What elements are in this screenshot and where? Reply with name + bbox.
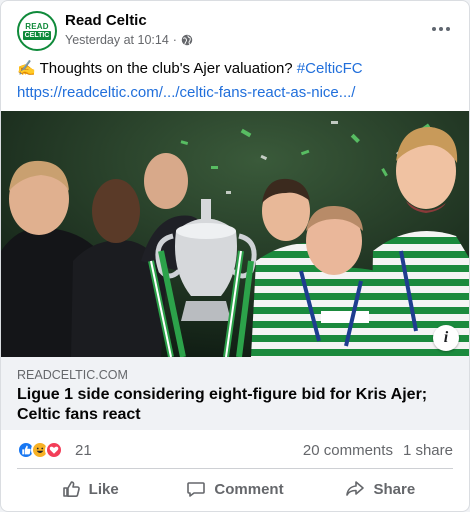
page-avatar[interactable]: READ CELTIC (17, 11, 57, 51)
post-card: READ CELTIC Read Celtic Yesterday at 10:… (0, 0, 470, 512)
share-arrow-icon (346, 481, 365, 496)
comment-button[interactable]: Comment (162, 472, 307, 506)
post-header: READ CELTIC Read Celtic Yesterday at 10:… (17, 11, 453, 55)
post-message-text: Thoughts on the club's Ajer valuation? (39, 60, 293, 77)
meta-separator: · (172, 33, 177, 47)
like-label: Like (88, 480, 119, 498)
celtic-trophy-celebration-image (1, 111, 469, 357)
reactions-bar: 21 20 comments 1 share (17, 438, 453, 462)
reaction-icons[interactable] (17, 441, 63, 459)
writing-hand-emoji: ✍️ (17, 60, 36, 77)
link-headline[interactable]: Ligue 1 side considering eight-figure bi… (17, 385, 455, 425)
more-options-icon[interactable] (429, 19, 453, 39)
share-button[interactable]: Share (308, 472, 453, 506)
post-actions: Like Comment Share (17, 472, 453, 506)
comment-label: Comment (214, 480, 284, 498)
hashtag-link[interactable]: #CelticFC (297, 60, 363, 77)
thumbs-up-icon (62, 481, 80, 497)
post-timestamp[interactable]: Yesterday at 10:14 (65, 33, 169, 47)
love-reaction-icon (45, 441, 63, 459)
shares-count[interactable]: 1 share (403, 442, 453, 459)
like-button[interactable]: Like (17, 472, 162, 506)
share-label: Share (373, 480, 416, 498)
actions-divider (17, 468, 453, 469)
reaction-count[interactable]: 21 (75, 442, 92, 459)
globe-icon (181, 34, 193, 46)
link-domain: READCELTIC.COM (17, 368, 128, 382)
page-name-link[interactable]: Read Celtic (65, 12, 147, 29)
post-message: ✍️ Thoughts on the club's Ajer valuation… (17, 59, 453, 79)
article-url-link[interactable]: https://readceltic.com/.../celtic-fans-r… (17, 83, 453, 103)
link-preview[interactable]: READCELTIC.COM Ligue 1 side considering … (1, 357, 469, 430)
post-meta: Yesterday at 10:14 · (65, 33, 193, 47)
avatar-text-top: READ (25, 22, 49, 31)
comments-count[interactable]: 20 comments (303, 442, 393, 459)
info-icon[interactable]: i (433, 325, 459, 351)
comment-icon (187, 482, 206, 497)
avatar-text-bottom: CELTIC (22, 31, 52, 40)
engagement-counts: 20 comments 1 share (303, 442, 453, 459)
article-image[interactable]: i (1, 111, 469, 357)
